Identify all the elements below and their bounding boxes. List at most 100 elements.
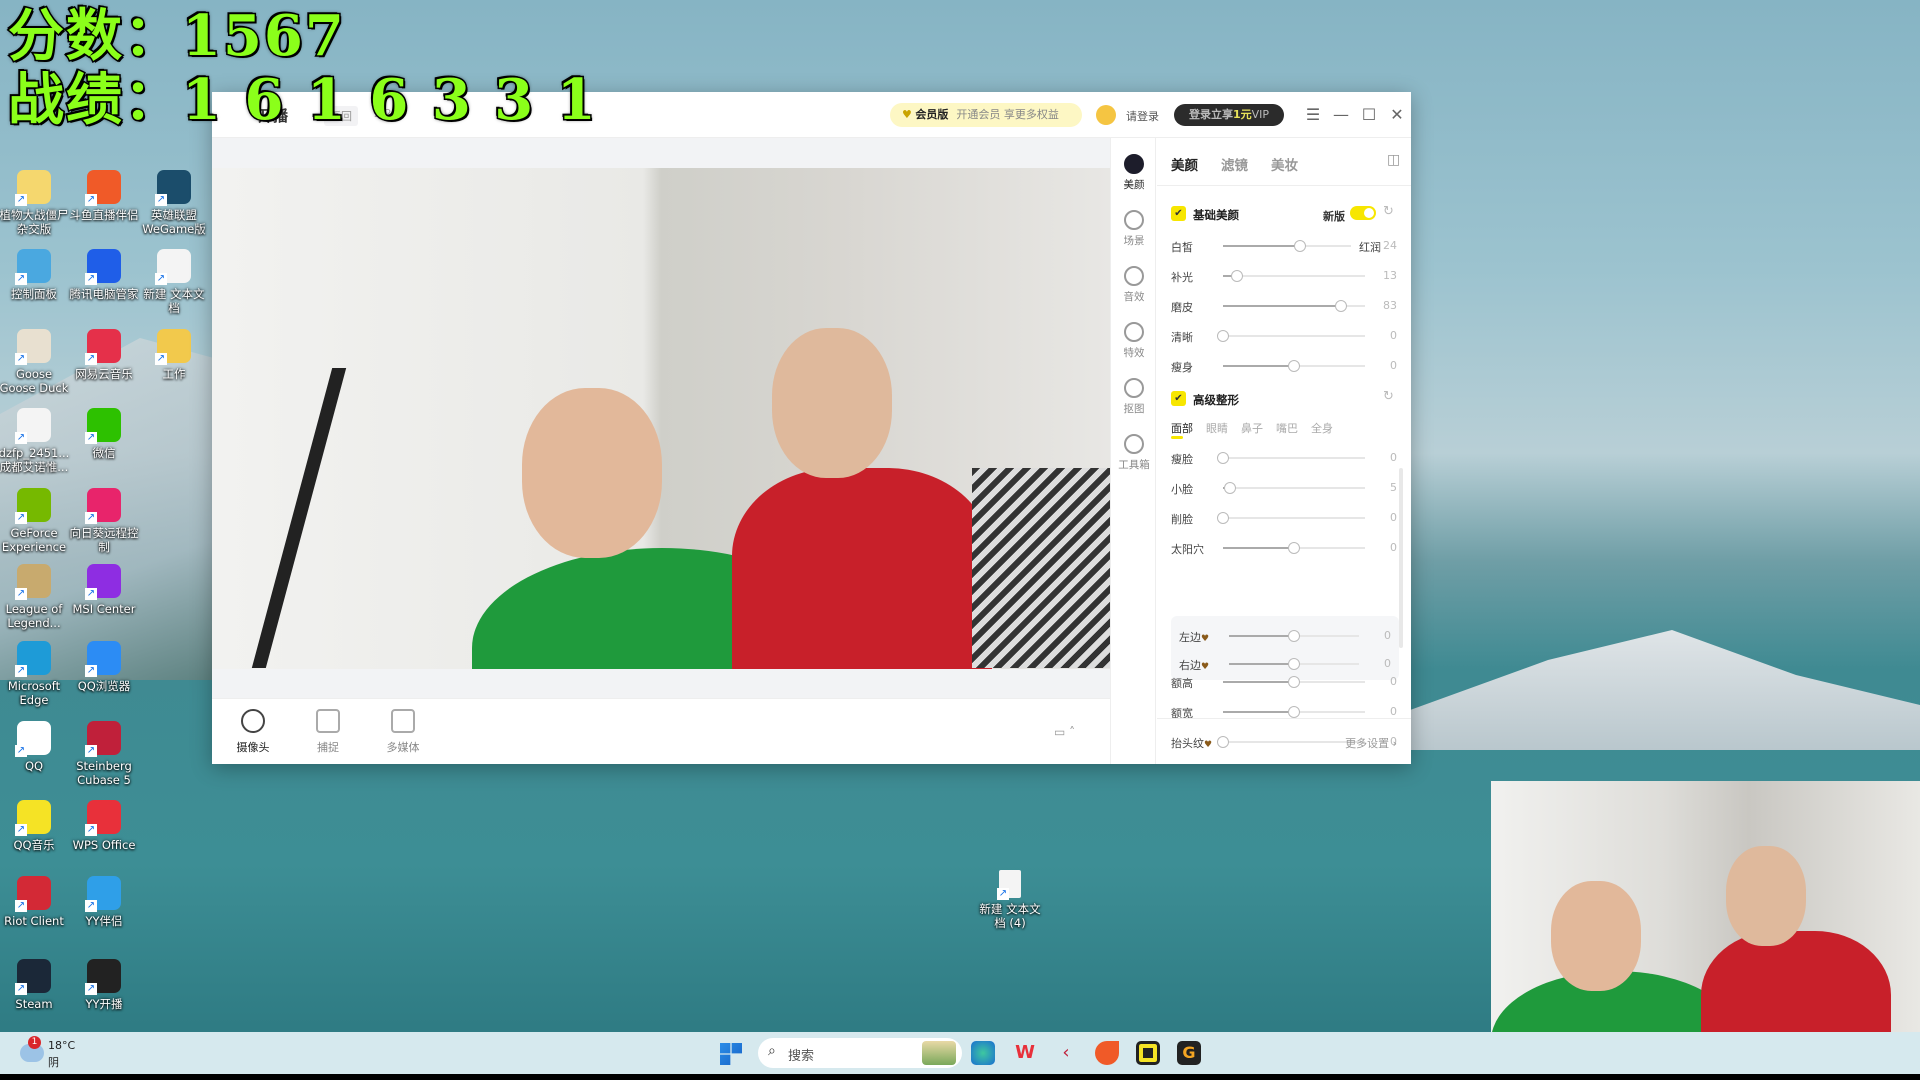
side-nav-item[interactable]: 场景 xyxy=(1111,210,1157,248)
vip-banner[interactable]: ♥ 会员版 开通会员 享更多权益 xyxy=(890,103,1082,127)
slider-thumb[interactable] xyxy=(1217,512,1229,524)
desktop-icon[interactable]: 植物大战僵尸杂交版 xyxy=(0,170,70,236)
subtab[interactable]: 眼睛 xyxy=(1206,422,1228,435)
desktop-icon[interactable]: 英雄联盟WeGame版 xyxy=(138,170,210,236)
search-box[interactable]: ⌕ 搜索 xyxy=(758,1038,962,1068)
maximize-icon[interactable]: ☐ xyxy=(1356,102,1382,128)
slider-thumb[interactable] xyxy=(1288,658,1300,670)
desktop-icon[interactable]: MSI Center xyxy=(68,564,140,616)
desktop-icon[interactable]: 网易云音乐 xyxy=(68,329,140,381)
cubase-taskbar-icon[interactable]: ‹ xyxy=(1054,1041,1078,1065)
desktop-icon[interactable]: WPS Office xyxy=(68,800,140,852)
slider-track[interactable] xyxy=(1217,512,1365,524)
close-icon[interactable]: ✕ xyxy=(1384,102,1410,128)
slider-thumb[interactable] xyxy=(1334,300,1347,312)
tab-filter[interactable]: 滤镜 xyxy=(1221,154,1248,174)
slider-thumb[interactable] xyxy=(1217,330,1229,342)
source-tool-0[interactable]: 摄像头 xyxy=(228,709,278,755)
start-icon[interactable] xyxy=(720,1043,742,1065)
slider-thumb[interactable] xyxy=(1217,736,1229,748)
desktop-icon[interactable]: QQ音乐 xyxy=(0,800,70,852)
yy-partner-taskbar-icon[interactable]: G xyxy=(1177,1041,1201,1065)
advanced-shape-checkbox[interactable]: ✔ xyxy=(1171,391,1186,406)
slider-track[interactable] xyxy=(1223,676,1365,688)
desktop-icon[interactable]: 控制面板 xyxy=(0,249,70,301)
subtab[interactable]: 嘴巴 xyxy=(1276,422,1298,435)
slider-row: 小脸 5 xyxy=(1171,478,1397,498)
slider-track[interactable] xyxy=(1223,706,1365,718)
desktop-icon[interactable]: Steinberg Cubase 5 xyxy=(68,721,140,787)
desktop-icon[interactable]: League of Legend... xyxy=(0,564,70,630)
desktop-icon-label: Steinberg Cubase 5 xyxy=(76,759,132,787)
slider-thumb[interactable] xyxy=(1288,542,1300,554)
side-nav-item[interactable]: 特效 xyxy=(1111,322,1157,360)
reset-basic-icon[interactable]: ↻ xyxy=(1383,204,1394,219)
desktop-icon[interactable]: 腾讯电脑管家 xyxy=(68,249,140,301)
tab-beauty[interactable]: 美颜 xyxy=(1171,154,1198,174)
slider-track[interactable] xyxy=(1223,482,1365,494)
desktop-icon[interactable]: 微信 xyxy=(68,408,140,460)
slider-track[interactable] xyxy=(1223,360,1365,372)
slider-thumb[interactable] xyxy=(1293,240,1306,252)
desktop-icon[interactable]: 斗鱼直播伴侣 xyxy=(68,170,140,222)
reset-advanced-icon[interactable]: ↻ xyxy=(1383,389,1394,404)
slider-thumb[interactable] xyxy=(1288,360,1300,372)
desktop-icon[interactable]: YY开播 xyxy=(68,959,140,1011)
slider-track[interactable] xyxy=(1217,452,1365,464)
media-icon xyxy=(391,709,415,733)
subtab[interactable]: 面部 xyxy=(1171,422,1193,435)
slider-thumb[interactable] xyxy=(1288,630,1300,642)
slider-track[interactable] xyxy=(1223,270,1365,282)
douyu-taskbar-icon[interactable] xyxy=(1095,1041,1119,1065)
wps-taskbar-icon[interactable]: W xyxy=(1013,1041,1037,1065)
slider-track[interactable] xyxy=(1229,630,1359,642)
login-link[interactable]: 请登录 xyxy=(1126,108,1159,124)
source-tool-1[interactable]: 捕捉 xyxy=(303,709,353,755)
desktop-icon[interactable]: Goose Goose Duck xyxy=(0,329,70,395)
yy-live-taskbar-icon[interactable] xyxy=(1136,1041,1160,1065)
slider-track[interactable] xyxy=(1223,240,1351,252)
login-promo-button[interactable]: 登录立享1元VIP xyxy=(1174,104,1284,126)
slider-thumb[interactable] xyxy=(1224,482,1237,494)
side-nav-item[interactable]: 美颜 xyxy=(1111,154,1157,192)
subtab[interactable]: 鼻子 xyxy=(1241,422,1263,435)
side-nav-item[interactable]: 音效 xyxy=(1111,266,1157,304)
new-version-toggle[interactable] xyxy=(1350,206,1376,220)
minimize-icon[interactable]: — xyxy=(1328,102,1354,128)
slider-track[interactable] xyxy=(1223,542,1365,554)
desktop-icon[interactable]: 工作 xyxy=(138,329,210,381)
edge-taskbar-icon[interactable] xyxy=(971,1041,995,1065)
subtab[interactable]: 全身 xyxy=(1311,422,1333,435)
desktop-icon[interactable]: YY伴侣 xyxy=(68,876,140,928)
slider-track[interactable] xyxy=(1217,330,1365,342)
side-nav-item[interactable]: 工具箱 xyxy=(1111,434,1157,472)
desktop-icon[interactable]: 向日葵远程控制 xyxy=(68,488,140,554)
panel-scrollbar[interactable] xyxy=(1399,468,1403,648)
app-icon xyxy=(85,959,121,995)
desktop-icon[interactable]: QQ浏览器 xyxy=(68,641,140,693)
source-tool-2[interactable]: 多媒体 xyxy=(378,709,428,755)
slider-track[interactable] xyxy=(1223,300,1365,312)
slider-track[interactable] xyxy=(1217,736,1365,748)
tab-makeup[interactable]: 美妆 xyxy=(1271,154,1298,174)
slider-track[interactable] xyxy=(1229,658,1359,670)
more-settings-link[interactable]: 更多设置 › xyxy=(1345,735,1397,751)
slider-thumb[interactable] xyxy=(1288,706,1300,718)
slider-thumb[interactable] xyxy=(1231,270,1244,282)
slider-thumb[interactable] xyxy=(1217,452,1229,464)
desktop-icon[interactable]: GeForce Experience xyxy=(0,488,70,554)
side-nav-item[interactable]: 抠图 xyxy=(1111,378,1157,416)
desktop-icon[interactable]: Microsoft Edge xyxy=(0,641,70,707)
basic-beauty-checkbox[interactable]: ✔ xyxy=(1171,206,1186,221)
desktop-icon[interactable]: Riot Client xyxy=(0,876,70,928)
desktop-icon[interactable]: Steam xyxy=(0,959,70,1011)
desktop-file[interactable]: 新建 文本文档 (4) xyxy=(974,870,1046,930)
avatar[interactable] xyxy=(1096,105,1116,125)
desktop-icon[interactable]: QQ xyxy=(0,721,70,773)
camera-settings-icon[interactable]: ▭ ˄ xyxy=(1054,725,1075,739)
compare-icon[interactable]: ◫ xyxy=(1387,152,1400,168)
desktop-icon[interactable]: 新建 文本文档 xyxy=(138,249,210,315)
menu-icon[interactable]: ☰ xyxy=(1300,102,1326,128)
desktop-icon[interactable]: dzfp_2451... 成都艾诺惟... xyxy=(0,408,70,474)
slider-thumb[interactable] xyxy=(1288,676,1300,688)
